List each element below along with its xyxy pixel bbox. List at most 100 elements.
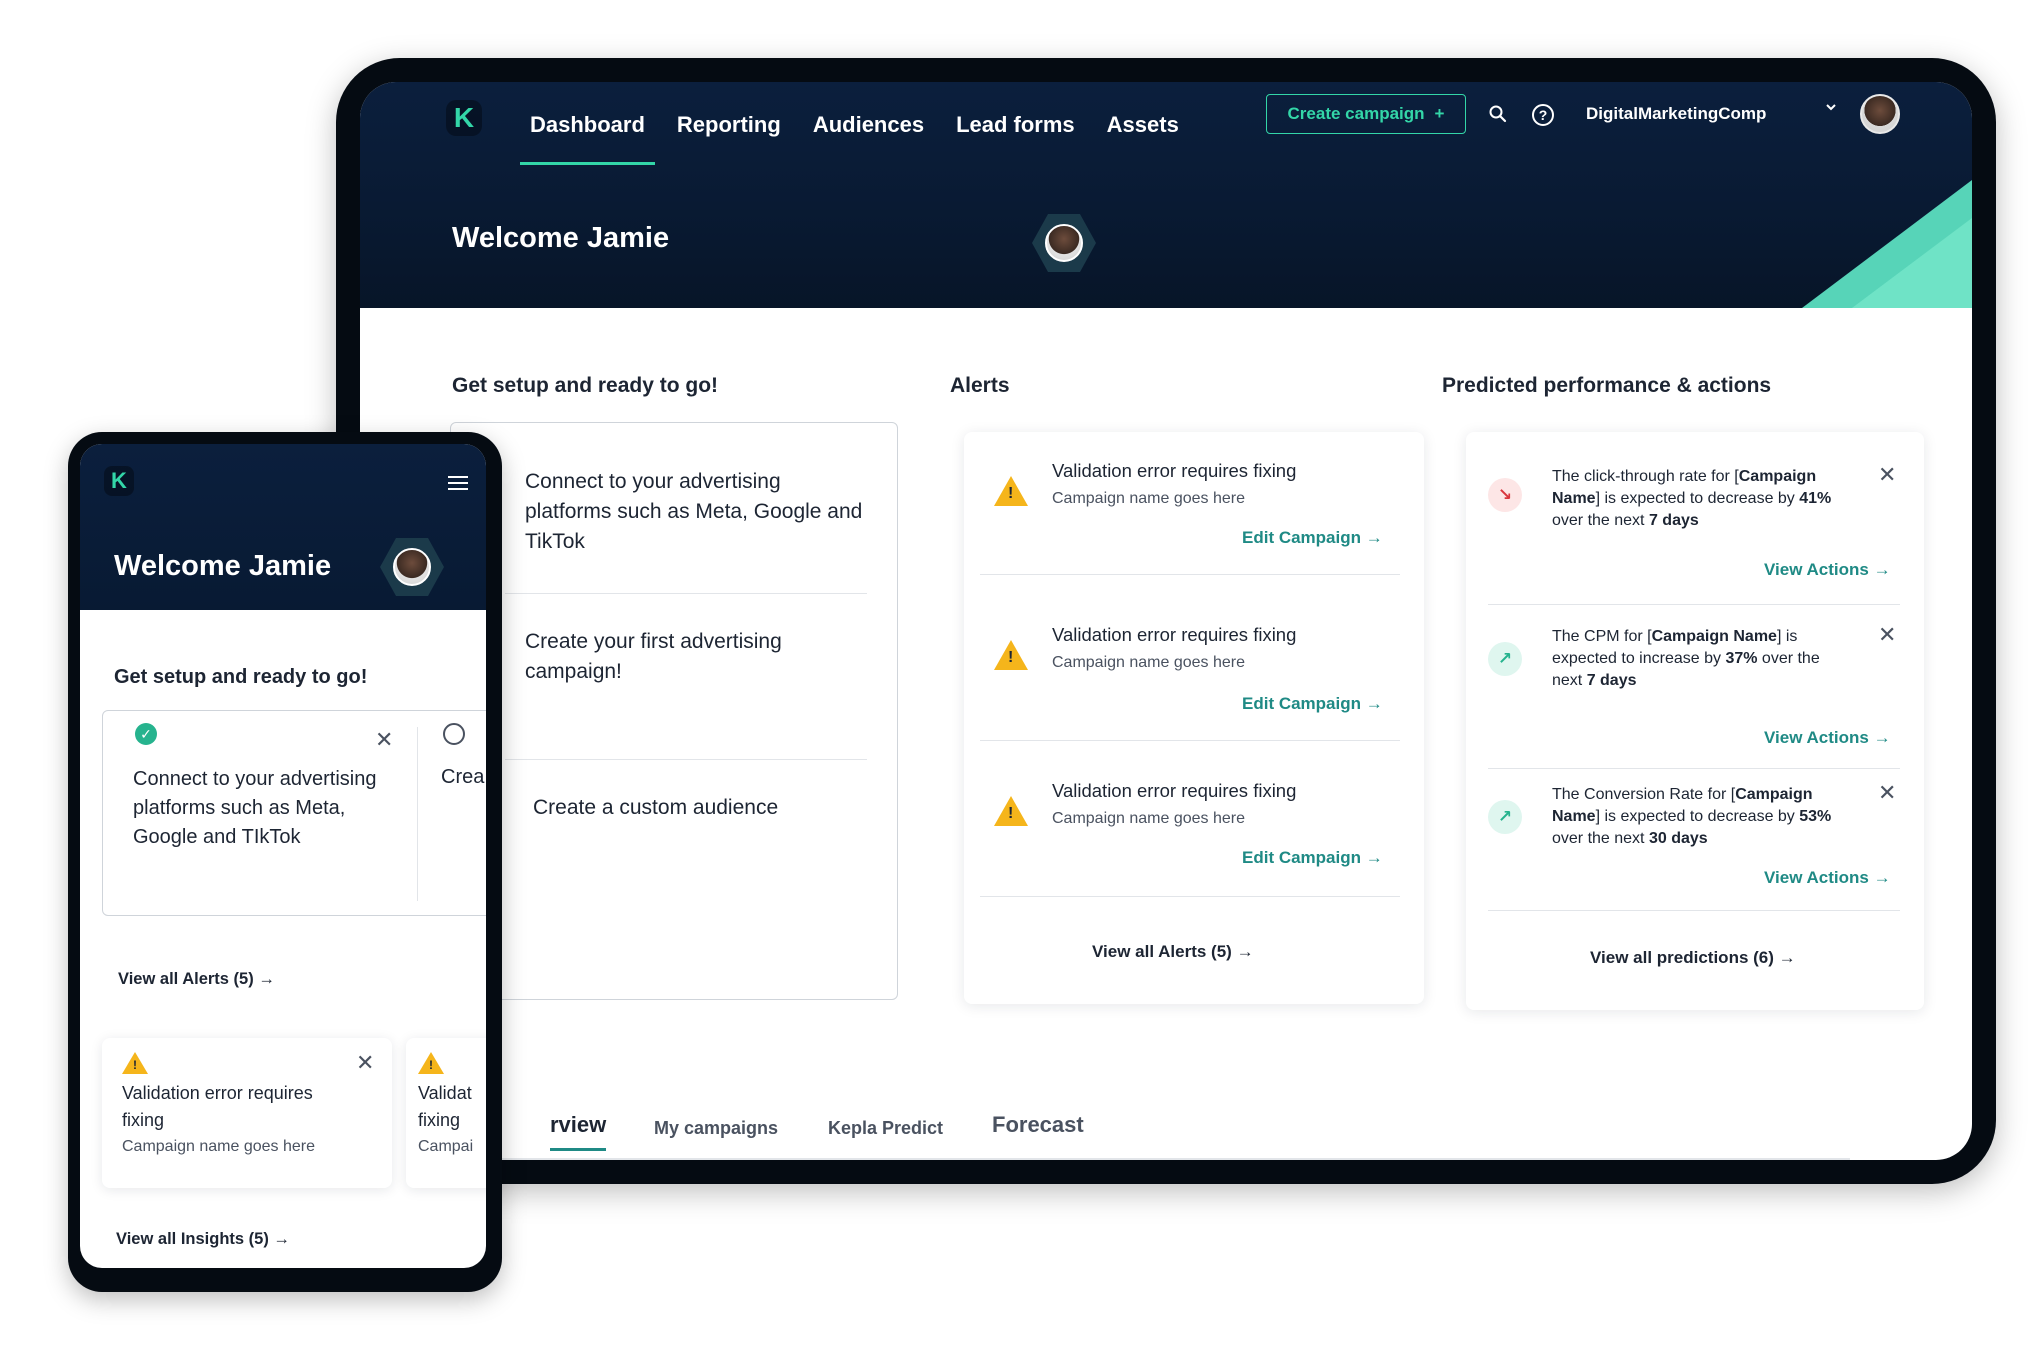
arrow-right-icon: →	[258, 970, 275, 988]
tab-overview[interactable]: rview	[550, 1112, 607, 1151]
kepla-logo[interactable]: K	[446, 100, 482, 136]
setup-item-partial[interactable]: Crea adve	[441, 763, 486, 792]
welcome-heading: Welcome Jamie	[114, 550, 332, 582]
account-switcher[interactable]: DigitalMarketingComp	[1586, 104, 1766, 124]
alert-title: Validation error requires fixing	[1052, 624, 1297, 645]
tablet-frame: K Dashboard Reporting Audiences Lead for…	[336, 58, 1996, 1184]
arrow-right-icon: →	[1365, 694, 1383, 713]
alert-title: Validation error requires fixing	[122, 1083, 313, 1130]
phone-header: K Welcome Jamie	[80, 444, 486, 610]
edit-campaign-link[interactable]: Edit Campaign →	[1242, 694, 1383, 714]
tab-forecast[interactable]: Forecast	[992, 1112, 1084, 1138]
predictions-card: ↘ The click-through rate for [Campaign N…	[1466, 432, 1924, 1010]
prediction-text: The Conversion Rate for [Campaign Name] …	[1552, 786, 1832, 847]
nav-dashboard[interactable]: Dashboard	[520, 112, 655, 165]
tablet-screen: K Dashboard Reporting Audiences Lead for…	[360, 82, 1972, 1160]
alert-title: Validation error requires fixing	[1052, 460, 1297, 481]
menu-icon[interactable]	[448, 476, 468, 490]
setup-item-connect[interactable]: Connect to your advertising platforms su…	[525, 467, 865, 557]
warning-icon: !	[994, 640, 1028, 670]
profile-hexagon	[1032, 214, 1096, 272]
profile-photo	[393, 548, 431, 586]
trend-up-icon: ↗	[1488, 800, 1522, 834]
check-circle-icon: ✓	[135, 723, 157, 745]
alerts-title: Alerts	[950, 374, 1010, 397]
view-all-insights-link[interactable]: View all Insights (5) →	[116, 1230, 290, 1249]
close-icon[interactable]: ✕	[1878, 464, 1896, 486]
prediction-divider	[1488, 604, 1900, 605]
setup-item-connect[interactable]: Connect to your advertising platforms su…	[133, 765, 383, 852]
alert-subtitle: Campai	[418, 1138, 474, 1155]
arrow-right-icon: →	[1236, 942, 1254, 961]
setup-divider	[505, 759, 867, 760]
profile-photo	[1045, 224, 1083, 262]
view-all-alerts-link[interactable]: View all Alerts (5) →	[118, 970, 275, 989]
setup-title: Get setup and ready to go!	[452, 374, 719, 397]
prediction-divider	[1488, 768, 1900, 769]
create-campaign-label: Create campaign	[1287, 104, 1425, 123]
prediction-divider	[1488, 910, 1900, 911]
create-campaign-button[interactable]: Create campaign +	[1266, 94, 1466, 134]
arrow-right-icon: →	[1365, 848, 1383, 867]
profile-hexagon	[380, 538, 444, 596]
close-icon[interactable]: ✕	[1878, 624, 1896, 646]
close-icon[interactable]: ✕	[1878, 782, 1896, 804]
user-avatar[interactable]	[1860, 94, 1900, 134]
decorative-triangle-light	[1852, 218, 1972, 308]
warning-icon: !	[122, 1052, 148, 1074]
plus-icon: +	[1434, 104, 1445, 123]
predictions-title: Predicted performance & actions	[1442, 374, 1772, 397]
arrow-right-icon: →	[273, 1230, 290, 1248]
alert-divider	[980, 574, 1400, 575]
phone-frame: K Welcome Jamie Get setup and ready to g…	[68, 432, 502, 1292]
empty-circle-icon[interactable]	[443, 723, 465, 745]
alert-title: Validation error requires fixing	[1052, 780, 1297, 801]
alert-card: ! Validat fixing Campai	[406, 1038, 486, 1188]
setup-title: Get setup and ready to go!	[114, 666, 368, 688]
nav-lead-forms[interactable]: Lead forms	[956, 112, 1075, 165]
kepla-logo[interactable]: K	[104, 466, 134, 496]
alert-subtitle: Campaign name goes here	[122, 1138, 316, 1155]
warning-icon: !	[994, 796, 1028, 826]
nav-reporting[interactable]: Reporting	[677, 112, 781, 165]
alert-divider	[980, 740, 1400, 741]
tab-kepla-predict[interactable]: Kepla Predict	[828, 1118, 943, 1139]
setup-card: ✓ ✕ Connect to your advertising platform…	[102, 710, 486, 916]
setup-item-campaign[interactable]: Create your first advertising campaign!	[525, 627, 855, 687]
help-icon[interactable]: ?	[1532, 104, 1554, 126]
warning-icon: !	[418, 1052, 444, 1074]
warning-icon: !	[994, 476, 1028, 506]
tab-my-campaigns[interactable]: My campaigns	[654, 1118, 778, 1139]
alerts-card: ! Validation error requires fixing Campa…	[964, 432, 1424, 1004]
nav-audiences[interactable]: Audiences	[813, 112, 924, 165]
view-all-alerts-link[interactable]: View all Alerts (5) →	[1092, 942, 1254, 962]
arrow-right-icon: →	[1873, 728, 1891, 747]
alert-card: ! ✕ Validation error requires fixing Cam…	[102, 1038, 392, 1188]
view-all-predictions-link[interactable]: View all predictions (6) →	[1590, 948, 1796, 968]
device-showcase: K Dashboard Reporting Audiences Lead for…	[0, 0, 2030, 1353]
dashboard-header: K Dashboard Reporting Audiences Lead for…	[360, 82, 1972, 308]
arrow-right-icon: →	[1873, 560, 1891, 579]
edit-campaign-link[interactable]: Edit Campaign →	[1242, 848, 1383, 868]
arrow-right-icon: →	[1778, 948, 1796, 967]
close-icon[interactable]: ✕	[375, 729, 393, 751]
chevron-down-icon[interactable]	[1824, 100, 1838, 119]
edit-campaign-link[interactable]: Edit Campaign →	[1242, 528, 1383, 548]
prediction-text: The CPM for [Campaign Name] is expected …	[1552, 628, 1820, 689]
phone-screen: K Welcome Jamie Get setup and ready to g…	[80, 444, 486, 1268]
view-actions-link[interactable]: View Actions →	[1764, 560, 1891, 580]
setup-item-audience[interactable]: Create a custom audience	[533, 793, 863, 823]
alert-title: Validat fixing	[418, 1083, 472, 1130]
nav-assets[interactable]: Assets	[1107, 112, 1179, 165]
welcome-heading: Welcome Jamie	[452, 222, 670, 254]
setup-divider	[417, 727, 418, 901]
main-nav: Dashboard Reporting Audiences Lead forms…	[520, 112, 1179, 165]
setup-card: Connect to your advertising platforms su…	[450, 422, 898, 1000]
dashboard-tabs: rview My campaigns Kepla Predict Forecas…	[470, 1112, 1550, 1160]
search-icon[interactable]	[1488, 104, 1508, 124]
view-actions-link[interactable]: View Actions →	[1764, 728, 1891, 748]
view-actions-link[interactable]: View Actions →	[1764, 868, 1891, 888]
alert-subtitle: Campaign name goes here	[1052, 810, 1246, 827]
close-icon[interactable]: ✕	[356, 1052, 374, 1074]
trend-down-icon: ↘	[1488, 478, 1522, 512]
